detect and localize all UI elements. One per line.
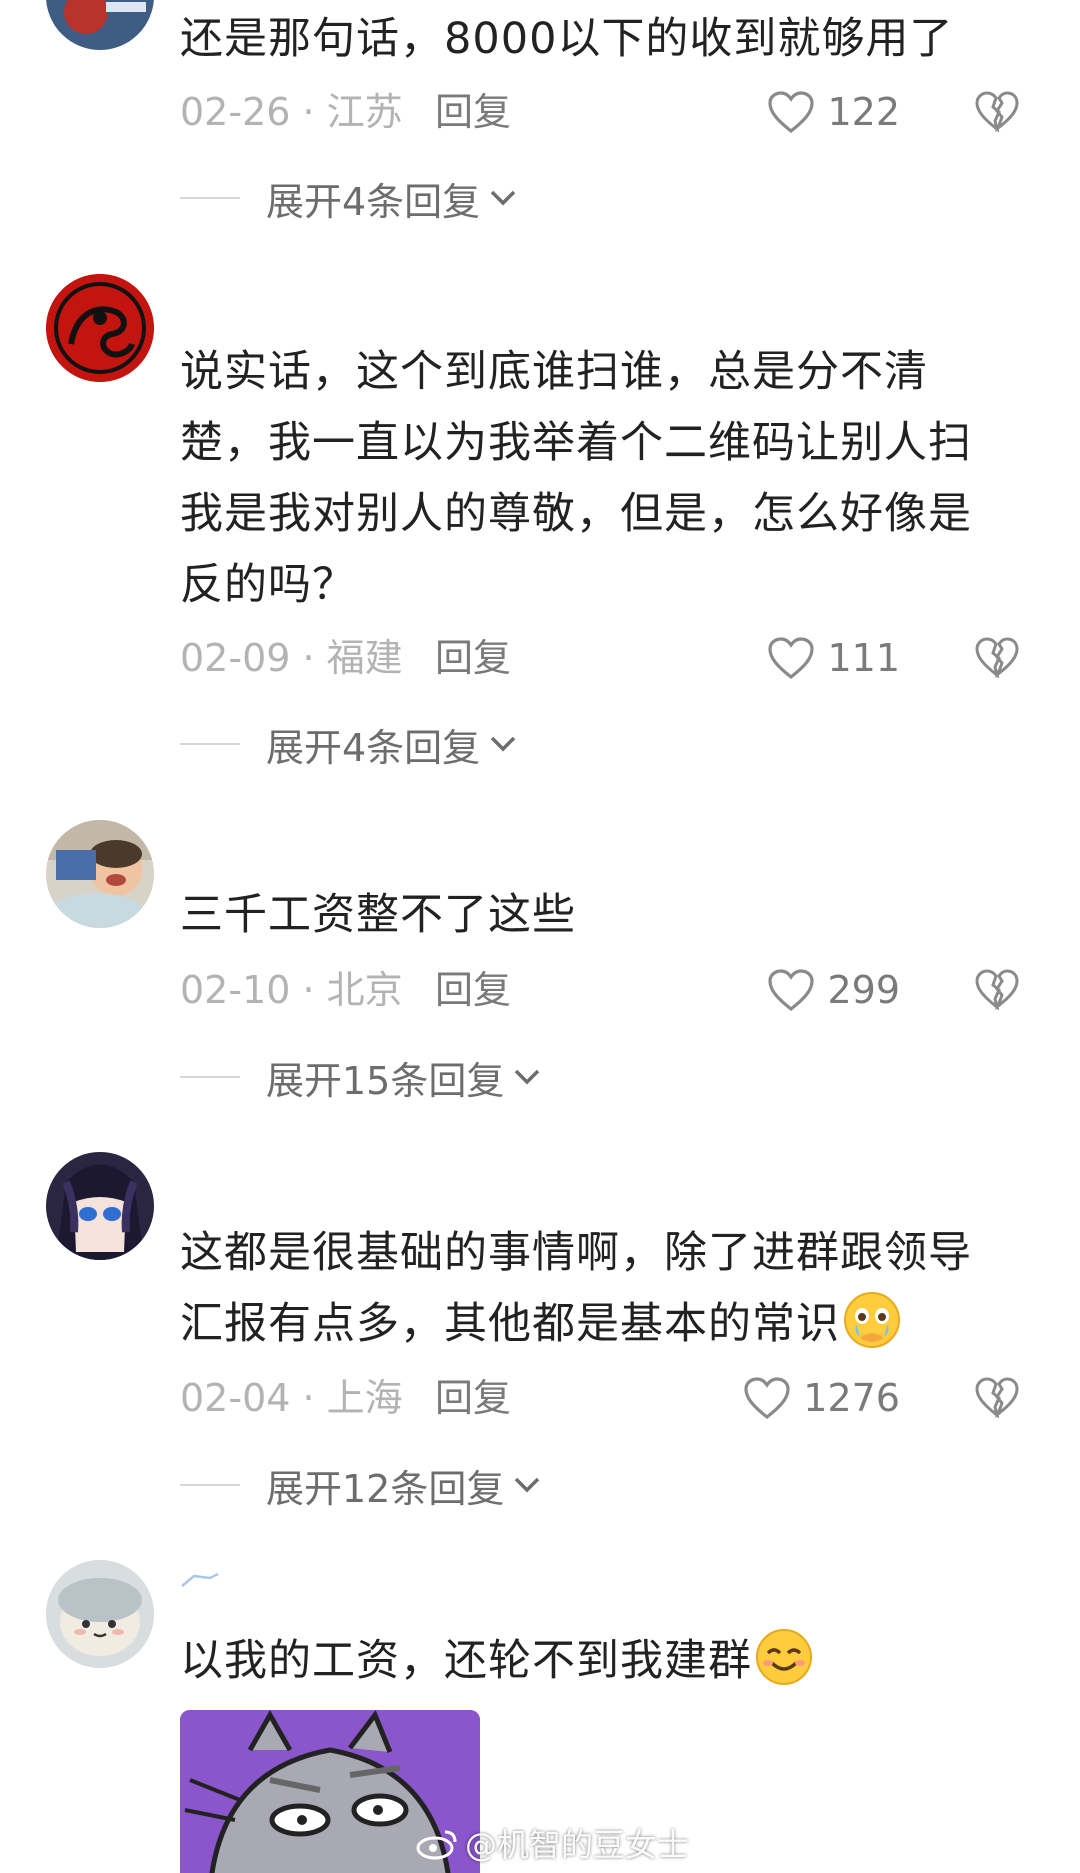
chevron-down-icon xyxy=(515,1477,540,1493)
broken-heart-icon[interactable] xyxy=(974,968,1020,1010)
crying-emoji-icon xyxy=(844,1292,900,1348)
chevron-down-icon xyxy=(515,1069,540,1085)
like-count: 1276 xyxy=(803,1376,900,1420)
like-count: 122 xyxy=(827,90,900,134)
expand-replies-label: 展开4条回复 xyxy=(266,725,481,770)
divider-line xyxy=(180,197,240,199)
like-count: 111 xyxy=(827,636,900,680)
watermark: @机智的豆女士 xyxy=(415,1820,689,1866)
weibo-logo-icon xyxy=(416,1830,457,1860)
heart-icon xyxy=(768,91,815,134)
comment-text: 三千工资整不了这些 xyxy=(180,890,576,940)
smile-emoji-icon xyxy=(756,1629,812,1685)
expand-replies-button[interactable]: 展开4条回复 xyxy=(180,714,518,774)
broken-heart-icon[interactable] xyxy=(974,1376,1020,1418)
like-button[interactable]: 1276 xyxy=(743,1368,900,1428)
watermark-text: @机智的豆女士 xyxy=(465,1826,690,1864)
reply-button[interactable]: 回复 xyxy=(435,960,511,1020)
divider-line xyxy=(180,743,240,745)
avatar[interactable] xyxy=(46,820,154,928)
comment-date-location: 02-10 · 北京 xyxy=(180,968,403,1012)
like-button[interactable]: 299 xyxy=(767,960,900,1020)
reply-button[interactable]: 回复 xyxy=(435,1368,511,1428)
expand-replies-label: 展开4条回复 xyxy=(266,179,481,224)
divider-line xyxy=(180,1076,240,1078)
comment-date-location: 02-04 · 上海 xyxy=(180,1376,403,1420)
reply-button[interactable]: 回复 xyxy=(435,82,511,142)
avatar[interactable] xyxy=(46,274,154,382)
comment-text: 这都是很基础的事情啊，除了进群跟领导汇报有点多，其他都是基本的常识 xyxy=(180,1218,1000,1360)
expand-replies-button[interactable]: 展开12条回复 xyxy=(180,1455,542,1515)
expand-replies-button[interactable]: 展开15条回复 xyxy=(180,1047,542,1107)
chevron-down-icon xyxy=(490,736,516,752)
broken-heart-icon[interactable] xyxy=(974,90,1020,132)
level-badge-icon xyxy=(181,1572,219,1587)
comment-list: 还是那句话，8000以下的收到就够用了 02-26 · 江苏 回复 122 展开… xyxy=(0,0,1080,1873)
like-button[interactable]: 122 xyxy=(767,82,900,142)
comment-date-location: 02-09 · 福建 xyxy=(180,636,403,680)
expand-replies-button[interactable]: 展开4条回复 xyxy=(180,168,518,228)
comment-meta: 02-04 · 上海 回复 1276 xyxy=(180,1368,1040,1428)
broken-heart-icon[interactable] xyxy=(974,636,1020,678)
avatar[interactable] xyxy=(46,1560,154,1668)
heart-icon xyxy=(744,1377,790,1420)
expand-replies-label: 展开15条回复 xyxy=(266,1058,505,1103)
reply-button[interactable]: 回复 xyxy=(435,628,511,688)
like-count: 299 xyxy=(827,968,900,1012)
comment-text: 以我的工资，还轮不到我建群 xyxy=(180,1626,1000,1697)
comment-text: 还是那句话，8000以下的收到就够用了 xyxy=(180,14,954,64)
avatar[interactable] xyxy=(46,1152,154,1260)
divider-line xyxy=(180,1484,240,1486)
heart-icon xyxy=(768,637,815,680)
avatar[interactable] xyxy=(46,0,154,50)
expand-replies-label: 展开12条回复 xyxy=(266,1466,505,1511)
comment-text: 说实话，这个到底谁扫谁，总是分不清楚，我一直以为我举着个二维码让别人扫我是我对别… xyxy=(180,347,972,610)
heart-icon xyxy=(768,969,815,1012)
like-button[interactable]: 111 xyxy=(767,628,900,688)
comment-meta: 02-26 · 江苏 回复 122 xyxy=(180,82,1040,142)
comment-date-location: 02-26 · 江苏 xyxy=(180,90,403,134)
comment-text-body: 以我的工资，还轮不到我建群 xyxy=(180,1636,752,1686)
comment-meta: 02-10 · 北京 回复 299 xyxy=(180,960,1040,1020)
chevron-down-icon xyxy=(490,190,516,206)
comment-meta: 02-09 · 福建 回复 111 xyxy=(180,628,1040,688)
